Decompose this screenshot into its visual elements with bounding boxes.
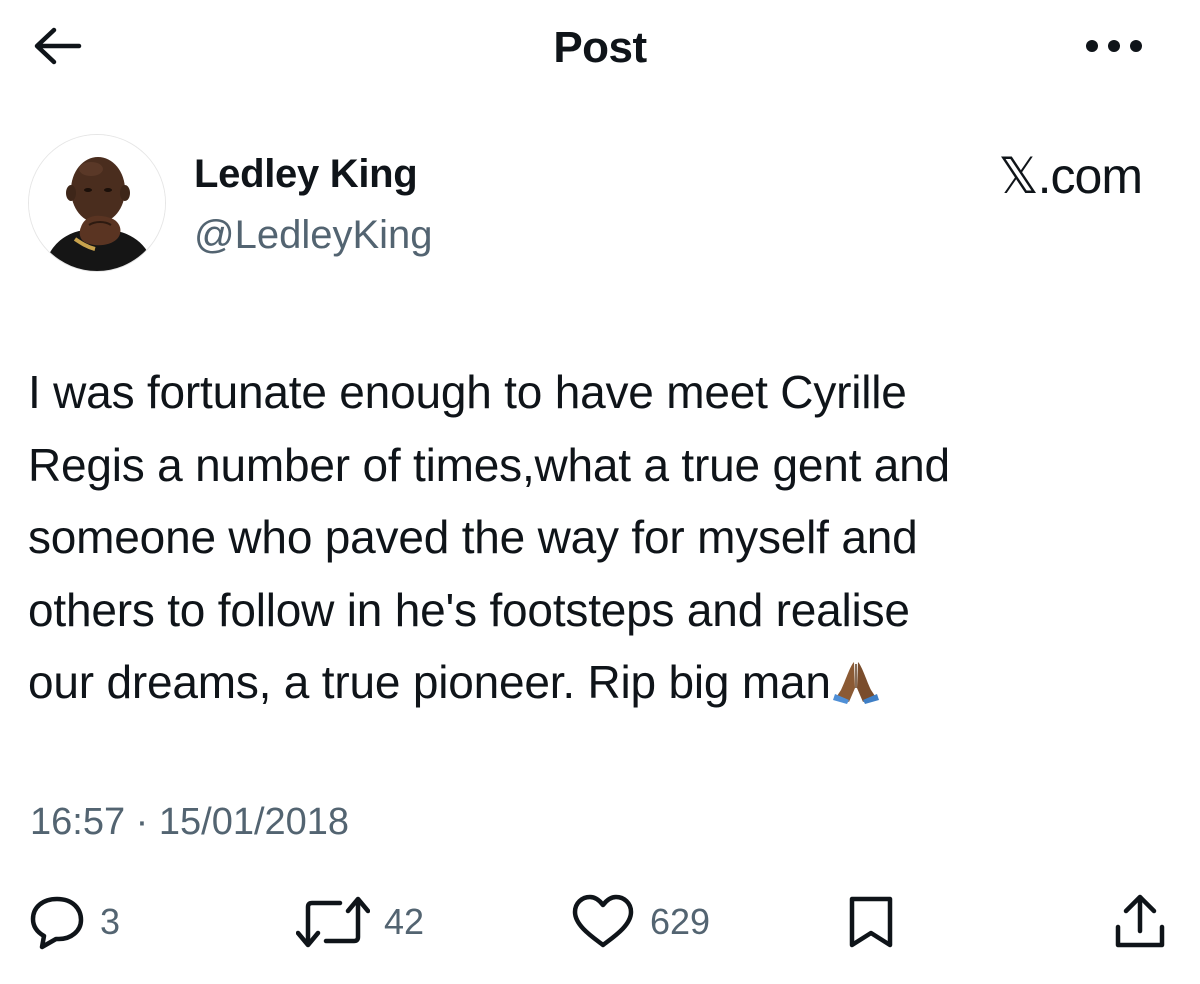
brand-watermark: 𝕏.com: [998, 148, 1143, 204]
author-handle[interactable]: @LedleyKing: [194, 211, 433, 259]
like-button[interactable]: 629: [570, 890, 710, 954]
author-name[interactable]: Ledley King: [194, 150, 418, 198]
bookmark-icon: [846, 893, 896, 951]
reply-count: 3: [100, 901, 121, 942]
top-bar: Post: [0, 0, 1200, 100]
repost-button[interactable]: 42: [296, 890, 424, 954]
post-timestamp[interactable]: 16:57 · 15/01/2018: [30, 798, 349, 846]
share-button[interactable]: [1112, 890, 1168, 954]
repost-icon: [296, 893, 370, 951]
heart-icon: [570, 893, 636, 951]
tweet-text: I was fortunate enough to have meet Cyri…: [28, 356, 1158, 725]
reply-icon: [28, 893, 86, 951]
more-options-button[interactable]: [1082, 26, 1146, 70]
action-bar: 3 42 629: [0, 890, 1200, 954]
share-icon: [1112, 893, 1168, 951]
like-count: 629: [650, 901, 711, 942]
page-title: Post: [553, 23, 647, 72]
profile-photo: [29, 135, 165, 271]
reply-button[interactable]: 3: [28, 890, 120, 954]
more-horizontal-icon: [1084, 38, 1144, 59]
tweet-body: I was fortunate enough to have meet Cyri…: [28, 366, 950, 708]
repost-count: 42: [384, 901, 425, 942]
bookmark-button[interactable]: [846, 890, 896, 954]
avatar[interactable]: [28, 134, 166, 272]
folded-hands-icon: [832, 652, 879, 725]
